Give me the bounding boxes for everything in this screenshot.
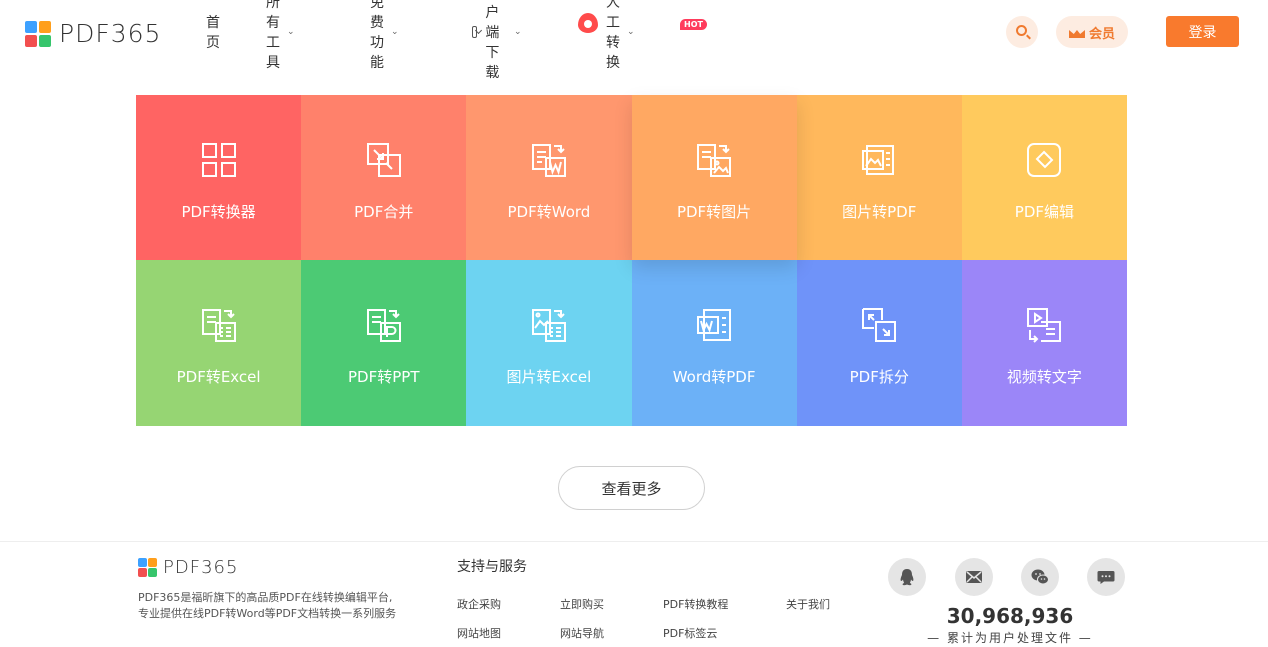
search-icon [1016,25,1027,36]
nav-item-all-tools[interactable]: 所有工具 ⌄ [266,0,295,72]
nav-item-home[interactable]: 首页 [206,12,220,52]
tool-tile[interactable]: PDF编辑 [961,95,1127,260]
chevron-down-icon: ⌄ [514,27,522,37]
chat-button[interactable] [1087,558,1125,596]
tool-label: PDF编辑 [1014,203,1075,221]
merge-icon [366,143,401,177]
chevron-down-icon: ⌄ [391,27,399,37]
tool-tile[interactable]: PDF转Excel [136,260,302,426]
vip-label: 会员 [1088,26,1115,42]
tool-label: PDF转换器 [181,203,256,221]
tool-tile[interactable]: 视频转文字 [961,260,1127,426]
tool-label: PDF转Word [507,203,591,221]
tool-label: PDF转图片 [676,203,752,221]
nav-item-free-features[interactable]: 免费功能 ⌄ [370,0,399,72]
chevron-down-icon: ⌄ [287,27,295,37]
tool-grid: PDF转换器 PDF合并 PDF转Word PDF转图片 图片转PDF PDF编… [136,95,1127,426]
split-icon [862,308,897,342]
wechat-icon [1031,569,1049,585]
word-to-pdf-icon [697,309,732,341]
crown-icon [1069,26,1085,38]
nav-item-manual-conversion[interactable]: 人工转换 ⌄ [606,0,635,72]
qq-icon [900,569,914,586]
footer-logo[interactable]: PDF365 [138,557,238,578]
vip-button[interactable]: 会员 [1056,16,1128,48]
tool-tile[interactable]: PDF转PPT [301,260,467,426]
pdf-to-word-icon [531,144,566,177]
footer-link-buy-now[interactable]: 立即购买 [560,596,604,612]
chevron-down-icon: ⌄ [627,27,635,37]
tool-label: PDF转Excel [176,368,261,386]
nav-item-label: 所有工具 [266,0,280,71]
tool-tile[interactable]: PDF转图片 [631,95,797,260]
tool-label: 图片转PDF [842,203,917,221]
nav-item-client-download[interactable]: 客户端下载 ⌄ [472,0,522,82]
email-button[interactable] [955,558,993,596]
pdf-to-excel-icon [201,309,236,342]
tool-tile[interactable]: PDF转Word [466,95,632,260]
grid-icon [201,143,236,177]
brand-logo[interactable]: PDF365 [25,19,161,48]
footer-description: PDF365是福昕旗下的高品质PDF在线转换编辑平台, 专业提供在线PDF转Wo… [138,590,438,622]
hot-badge: HOT [680,19,707,30]
fire-icon [578,13,598,33]
footer-link-gov-purchase[interactable]: 政企采购 [457,596,501,612]
top-header: PDF365 首页 所有工具 ⌄ 免费功能 ⌄ 客户端下载 ⌄ 人工转换 ⌄ H… [0,0,1268,81]
tool-tile[interactable]: Word转PDF [631,260,797,426]
image-to-pdf-icon [862,145,895,175]
processed-files-count: 30,968,936 [946,604,1074,628]
nav-item-label: 客户端下载 [485,0,500,81]
processed-files-label: — 累计为用户处理文件 — [927,631,1093,645]
footer-brand-name: PDF365 [163,557,239,578]
mail-icon [966,571,982,583]
tool-tile[interactable]: PDF转换器 [136,95,302,260]
footer-link-site-nav[interactable]: 网站导航 [560,625,604,641]
download-icon [472,26,478,38]
pdf-to-ppt-icon [366,309,401,342]
wechat-button[interactable] [1021,558,1059,596]
tool-label: 视频转文字 [1006,368,1082,386]
qq-button[interactable] [888,558,926,596]
video-to-text-icon [1027,308,1062,343]
image-to-excel-icon [531,309,566,342]
tool-label: PDF转PPT [348,368,420,386]
footer: PDF365 PDF365是福昕旗下的高品质PDF在线转换编辑平台, 专业提供在… [0,541,1268,647]
footer-link-about-us[interactable]: 关于我们 [786,596,830,612]
login-button[interactable]: 登录 [1166,16,1239,47]
search-button[interactable] [1006,16,1038,48]
tool-tile[interactable]: PDF合并 [301,95,467,260]
footer-services-heading: 支持与服务 [457,559,527,575]
edit-icon [1027,143,1062,177]
footer-desc-line: PDF365是福昕旗下的高品质PDF在线转换编辑平台, [138,591,393,604]
tool-tile[interactable]: 图片转Excel [466,260,632,426]
logo-mark-icon [25,20,51,47]
tool-label: PDF拆分 [849,368,909,386]
nav-item-label: 首页 [206,15,220,51]
brand-name: PDF365 [59,19,162,48]
tool-label: PDF合并 [354,203,414,221]
tool-label: Word转PDF [672,368,756,386]
tool-label: 图片转Excel [506,368,592,386]
chat-icon [1097,571,1115,584]
view-more-button[interactable]: 查看更多 [558,466,705,510]
footer-link-site-map[interactable]: 网站地图 [457,625,501,641]
tool-tile[interactable]: PDF拆分 [796,260,962,426]
nav-item-label: 人工转换 [606,0,620,71]
nav-item-label: 免费功能 [370,0,384,71]
footer-link-tag-cloud[interactable]: PDF标签云 [663,625,717,641]
logo-mark-icon [138,558,157,577]
footer-link-tutorial[interactable]: PDF转换教程 [663,596,728,612]
pdf-to-image-icon [697,144,732,177]
tool-tile[interactable]: 图片转PDF [796,95,962,260]
footer-desc-line: 专业提供在线PDF转Word等PDF文档转换一系列服务 [138,607,397,620]
